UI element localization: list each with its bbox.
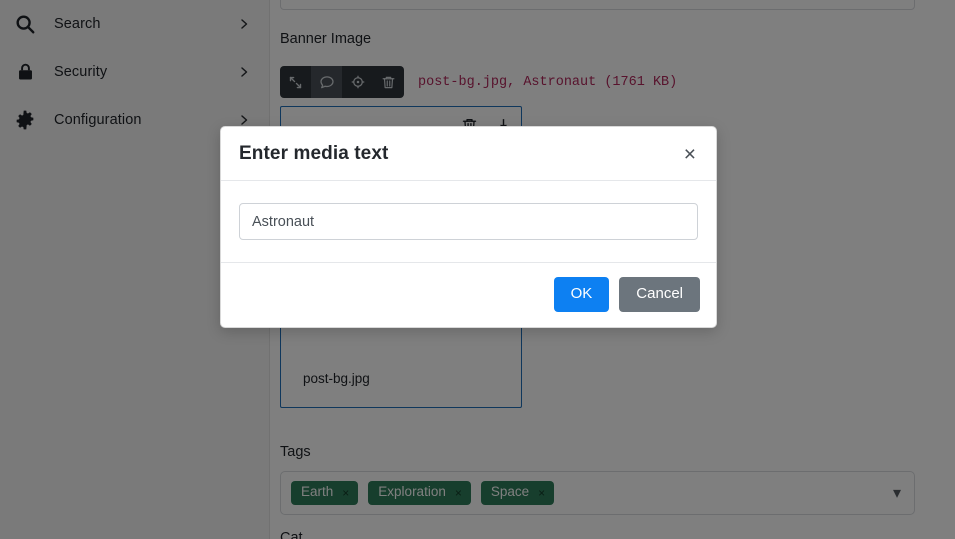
- media-text-input[interactable]: [239, 203, 698, 240]
- dialog-body: [221, 181, 716, 263]
- cancel-button[interactable]: Cancel: [619, 277, 700, 312]
- dialog-header: Enter media text ×: [221, 127, 716, 181]
- dialog-footer: OK Cancel: [221, 263, 716, 327]
- dialog-title: Enter media text: [239, 143, 389, 164]
- ok-button[interactable]: OK: [553, 277, 610, 312]
- close-icon[interactable]: ×: [682, 144, 698, 165]
- enter-media-text-dialog: Enter media text × OK Cancel: [220, 126, 717, 328]
